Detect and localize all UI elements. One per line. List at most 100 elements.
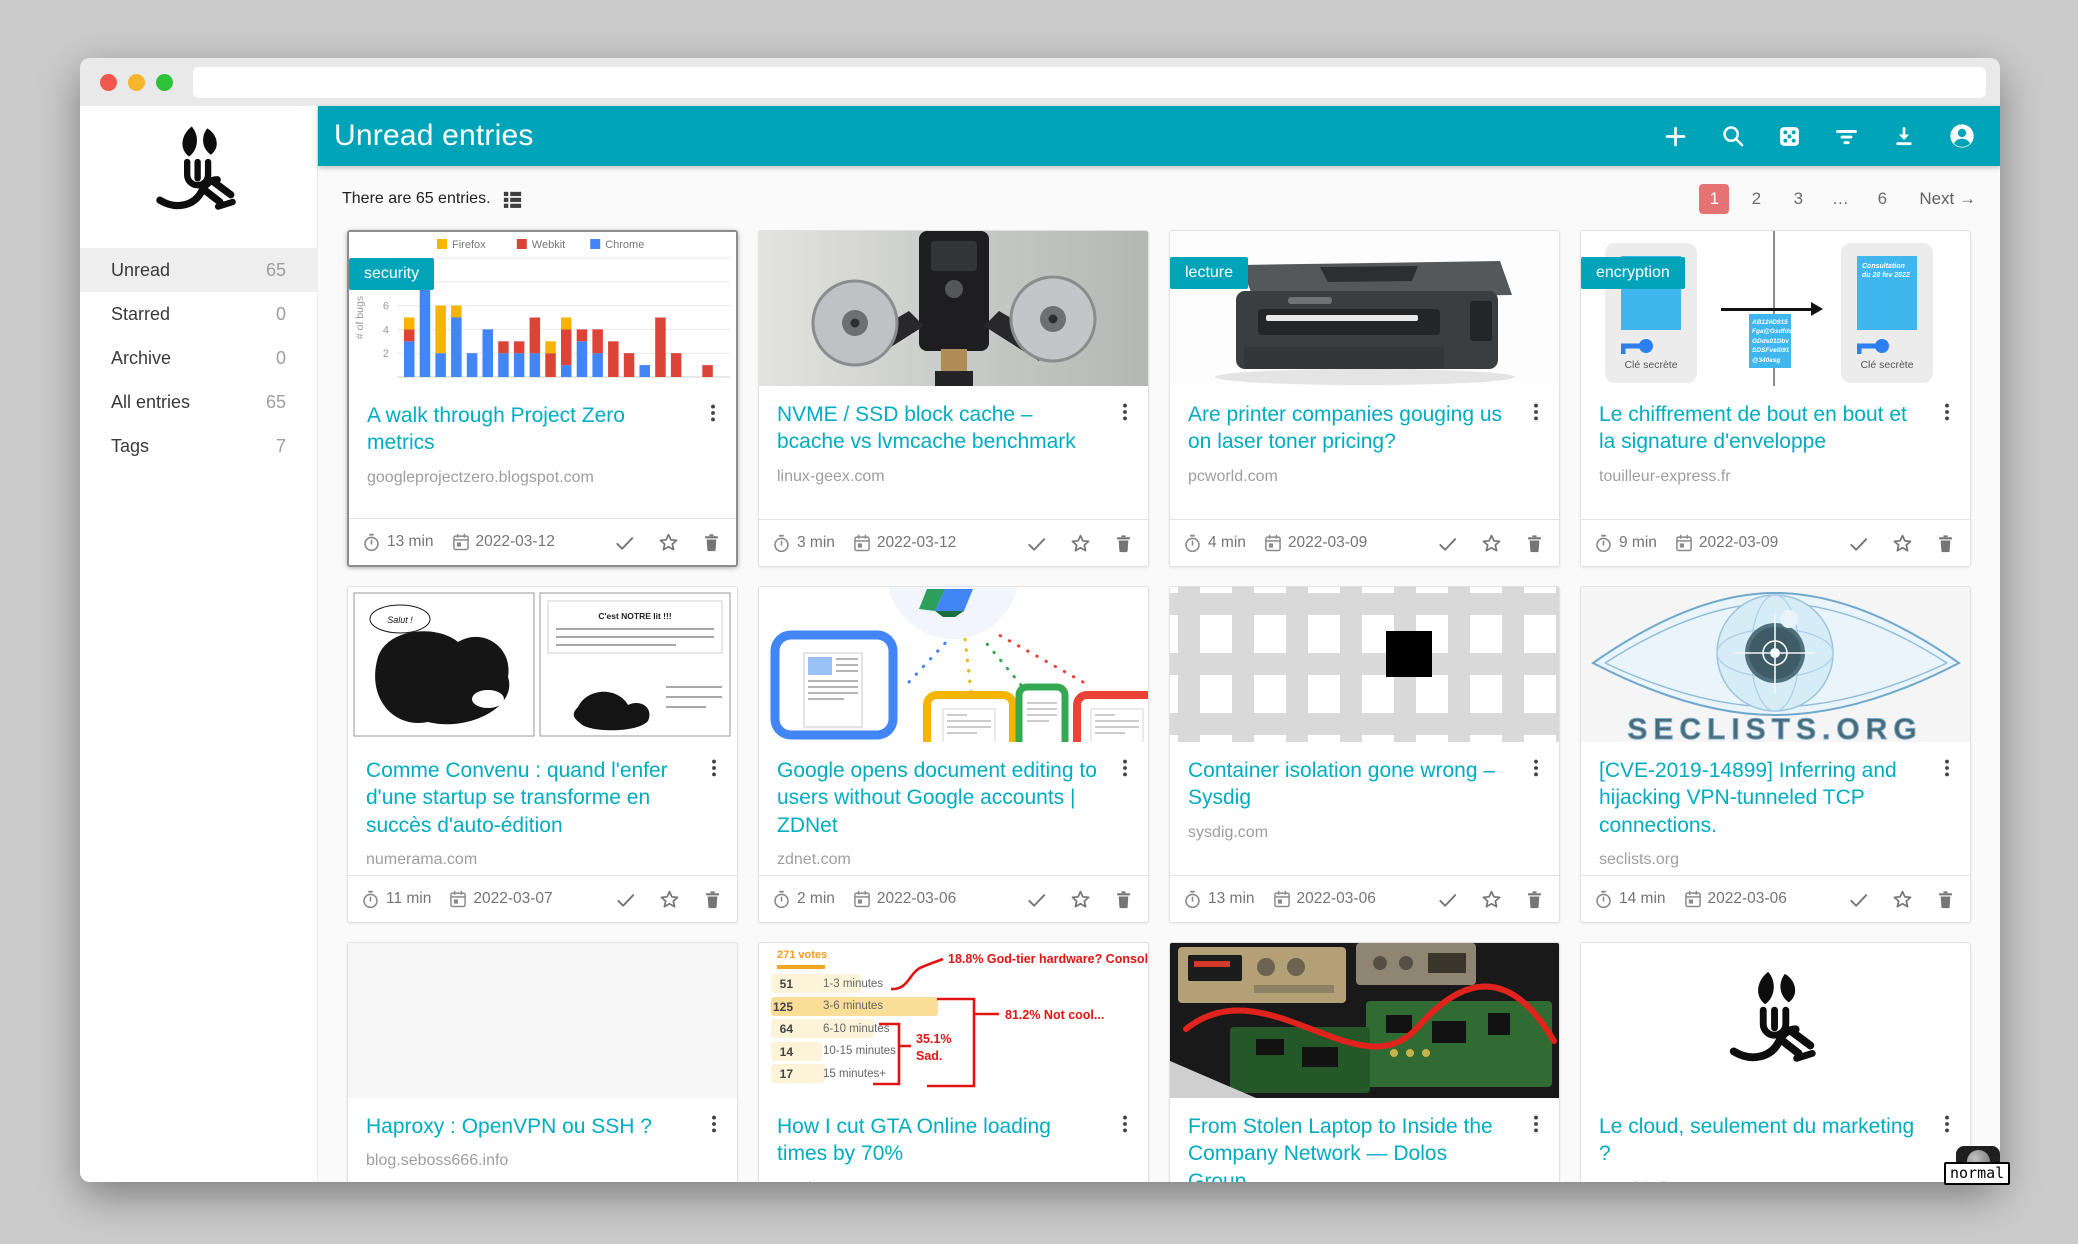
sidebar-item-tags[interactable]: Tags 7: [80, 424, 317, 468]
delete-button[interactable]: [1113, 889, 1134, 910]
stopwatch-icon: [1182, 533, 1203, 554]
entry-title-link[interactable]: A walk through Project Zero metrics: [367, 402, 718, 457]
delete-button[interactable]: [701, 532, 722, 553]
url-input[interactable]: [193, 67, 1986, 98]
card-thumbnail[interactable]: Salut ! C'est NOTRE lit !!!: [348, 587, 737, 742]
kebab-menu-icon[interactable]: [1114, 401, 1136, 423]
kebab-menu-icon[interactable]: [1114, 757, 1136, 779]
entry-card: Container isolation gone wrong – Sysdig …: [1169, 586, 1560, 923]
entry-title-link[interactable]: Are printer companies gouging us on lase…: [1188, 401, 1541, 456]
star-button[interactable]: [1069, 532, 1092, 555]
delete-button[interactable]: [1935, 533, 1956, 554]
star-button[interactable]: [658, 888, 681, 911]
mark-read-button[interactable]: [614, 888, 637, 911]
card-thumbnail[interactable]: 271 votes 51 1-3 minutes 125 3-6 minutes…: [759, 943, 1148, 1098]
star-button[interactable]: [1891, 888, 1914, 911]
kebab-menu-icon[interactable]: [1525, 401, 1547, 423]
random-icon[interactable]: [1777, 124, 1802, 149]
entry-title-link[interactable]: [CVE-2019-14899] Inferring and hijacking…: [1599, 757, 1952, 839]
card-thumbnail[interactable]: lecture: [1170, 231, 1559, 386]
mark-read-button[interactable]: [1436, 888, 1459, 911]
card-footer: 13 min 2022-03-06: [1170, 875, 1559, 922]
account-icon[interactable]: [1948, 122, 1976, 150]
star-button[interactable]: [657, 531, 680, 554]
key-icon: [1855, 338, 1891, 354]
sidebar-item-archive[interactable]: Archive 0: [80, 336, 317, 380]
card-actions: [1847, 532, 1956, 555]
kebab-menu-icon[interactable]: [703, 757, 725, 779]
entry-title-link[interactable]: NVME / SSD block cache – bcache vs lvmca…: [777, 401, 1130, 456]
card-thumbnail[interactable]: SECLISTS.ORG: [1581, 587, 1970, 742]
delete-button[interactable]: [702, 889, 723, 910]
page-link[interactable]: 3: [1783, 184, 1813, 214]
card-body: Le chiffrement de bout en bout et la sig…: [1581, 386, 1970, 519]
entry-date: 2022-03-09: [1288, 534, 1367, 552]
card-thumbnail[interactable]: [1170, 943, 1559, 1098]
page-current[interactable]: 1: [1699, 184, 1729, 214]
page-link[interactable]: …: [1825, 184, 1855, 214]
reading-time: 14 min: [1619, 890, 1666, 908]
tag-chip[interactable]: encryption: [1581, 257, 1685, 289]
card-thumbnail[interactable]: [1581, 943, 1970, 1098]
mark-read-button[interactable]: [1847, 888, 1870, 911]
page-link[interactable]: 6: [1867, 184, 1897, 214]
star-button[interactable]: [1480, 888, 1503, 911]
card-thumbnail[interactable]: [759, 231, 1148, 386]
mark-read-button[interactable]: [1847, 532, 1870, 555]
card-thumbnail[interactable]: [348, 943, 737, 1098]
delete-button[interactable]: [1113, 533, 1134, 554]
entry-title-link[interactable]: Comme Convenu : quand l'enfer d'une star…: [366, 757, 719, 839]
kebab-menu-icon[interactable]: [703, 1113, 725, 1135]
entry-title-link[interactable]: Le chiffrement de bout en bout et la sig…: [1599, 401, 1952, 456]
search-icon[interactable]: [1720, 123, 1746, 149]
kebab-menu-icon[interactable]: [1936, 1113, 1958, 1135]
card-thumbnail[interactable]: [1170, 587, 1559, 742]
close-button[interactable]: [100, 74, 117, 91]
entry-title-link[interactable]: From Stolen Laptop to Inside the Company…: [1188, 1113, 1541, 1182]
sidebar-item-starred[interactable]: Starred 0: [80, 292, 317, 336]
star-button[interactable]: [1069, 888, 1092, 911]
svg-text:18.8% God-tier hardware? Conso: 18.8% God-tier hardware? Console?: [948, 952, 1148, 966]
mark-read-button[interactable]: [613, 531, 636, 554]
entry-title-link[interactable]: Le cloud, seulement du marketing ?: [1599, 1113, 1952, 1168]
kebab-menu-icon[interactable]: [702, 402, 724, 424]
google-docs-illustration: [759, 587, 1148, 742]
delete-button[interactable]: [1524, 533, 1545, 554]
export-icon[interactable]: [1891, 123, 1917, 149]
filter-icon[interactable]: [1833, 123, 1860, 150]
entry-title-link[interactable]: Haproxy : OpenVPN ou SSH ?: [366, 1113, 719, 1140]
mark-read-button[interactable]: [1025, 532, 1048, 555]
entry-title-link[interactable]: Container isolation gone wrong – Sysdig: [1188, 757, 1541, 812]
kebab-menu-icon[interactable]: [1114, 1113, 1136, 1135]
tag-chip[interactable]: lecture: [1170, 257, 1248, 289]
entry-title-link[interactable]: How I cut GTA Online loading times by 70…: [777, 1113, 1130, 1168]
sidebar-item-all-entries[interactable]: All entries 65: [80, 380, 317, 424]
entry-source: linux-geex.com: [777, 468, 1130, 486]
mark-read-button[interactable]: [1025, 888, 1048, 911]
tag-chip[interactable]: security: [349, 258, 434, 290]
encryption-diagram-illustration: Clé secrète AB12#D915Fga@GsdfdsGDds01Dbv…: [1581, 231, 1970, 386]
next-page-link[interactable]: Next →: [1919, 189, 1976, 209]
status-row: There are 65 entries. 123…6Next →: [318, 166, 2000, 226]
star-button[interactable]: [1891, 532, 1914, 555]
mark-read-button[interactable]: [1436, 532, 1459, 555]
sidebar-item-unread[interactable]: Unread 65: [80, 248, 317, 292]
delete-button[interactable]: [1935, 889, 1956, 910]
kebab-menu-icon[interactable]: [1936, 401, 1958, 423]
page-link[interactable]: 2: [1741, 184, 1771, 214]
add-icon[interactable]: [1662, 123, 1689, 150]
minimize-button[interactable]: [128, 74, 145, 91]
kebab-menu-icon[interactable]: [1525, 1113, 1547, 1135]
star-button[interactable]: [1480, 532, 1503, 555]
kebab-menu-icon[interactable]: [1525, 757, 1547, 779]
list-view-icon[interactable]: [501, 188, 524, 211]
kebab-menu-icon[interactable]: [1936, 757, 1958, 779]
svg-text:4: 4: [383, 324, 389, 336]
card-thumbnail[interactable]: 2468FirefoxWebkitChrome# of bugs securit…: [349, 232, 736, 387]
maximize-button[interactable]: [156, 74, 173, 91]
svg-text:6: 6: [383, 301, 389, 313]
card-thumbnail[interactable]: [759, 587, 1148, 742]
card-thumbnail[interactable]: Clé secrète AB12#D915Fga@GsdfdsGDds01Dbv…: [1581, 231, 1970, 386]
delete-button[interactable]: [1524, 889, 1545, 910]
entry-title-link[interactable]: Google opens document editing to users w…: [777, 757, 1130, 839]
